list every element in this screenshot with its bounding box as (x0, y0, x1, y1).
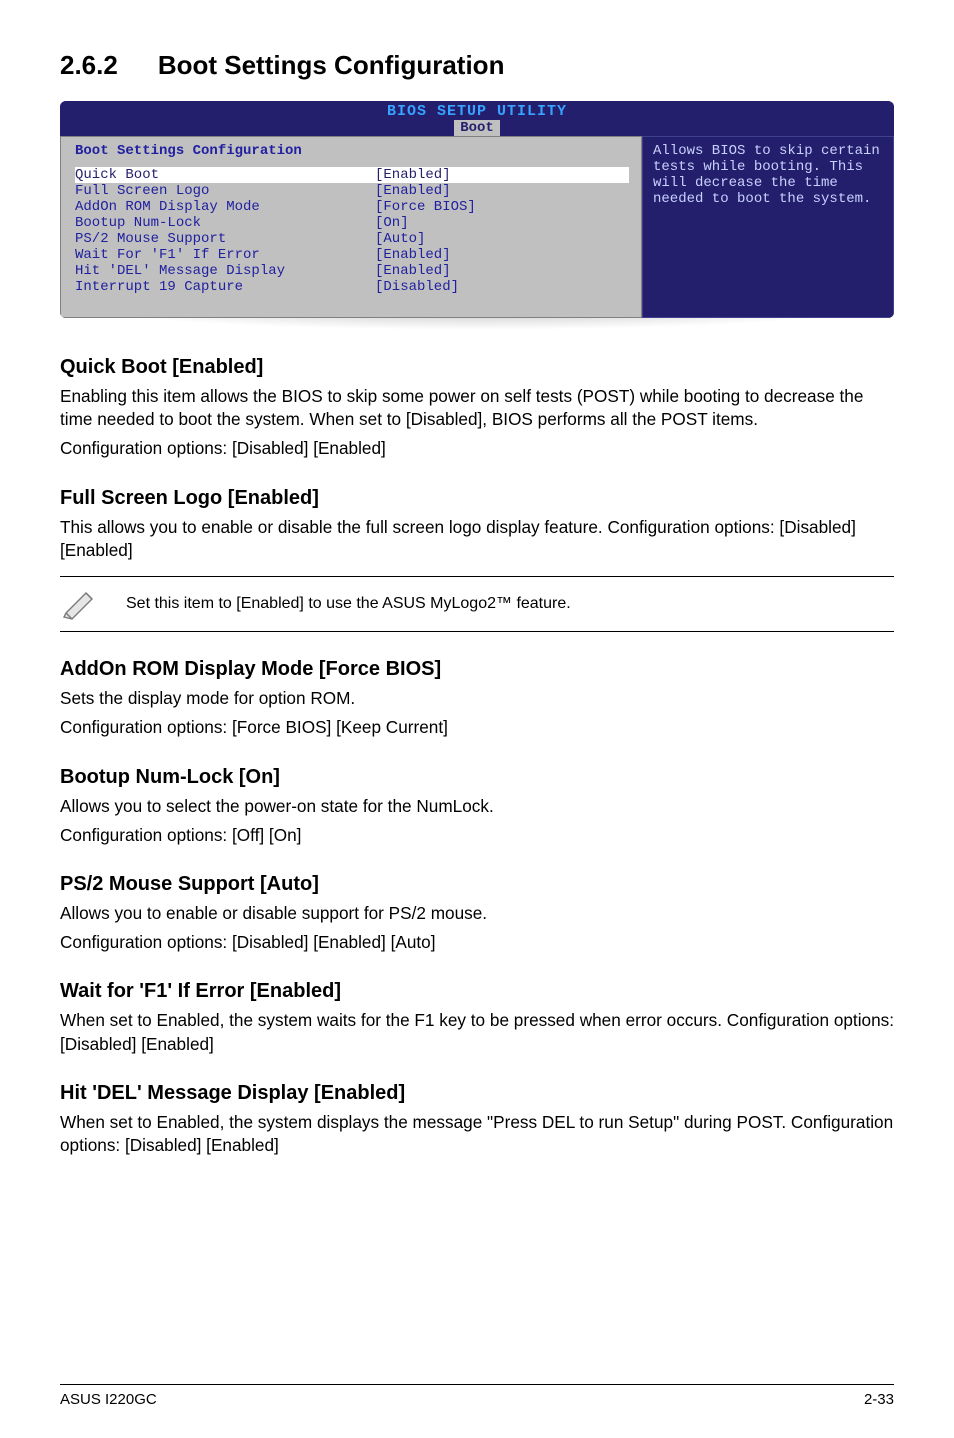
bios-setting-value: [Enabled] (375, 263, 451, 279)
section-number: 2.6.2 (60, 50, 118, 81)
note-box: Set this item to [Enabled] to use the AS… (60, 576, 894, 632)
bios-setting-label: Wait For 'F1' If Error (75, 247, 375, 263)
setting-paragraph: Configuration options: [Force BIOS] [Kee… (60, 716, 894, 739)
bios-setting-label: Hit 'DEL' Message Display (75, 263, 375, 279)
bios-panel-heading: Boot Settings Configuration (75, 143, 629, 159)
bios-setting-label: AddOn ROM Display Mode (75, 199, 375, 215)
section-heading: 2.6.2 Boot Settings Configuration (60, 50, 894, 81)
bios-tab-row: Boot (60, 120, 894, 136)
bios-setting-row: Bootup Num-Lock [On] (75, 215, 629, 231)
setting-heading: Wait for 'F1' If Error [Enabled] (60, 980, 894, 1003)
setting-heading: Full Screen Logo [Enabled] (60, 487, 894, 510)
setting-paragraph: Allows you to select the power-on state … (60, 795, 894, 818)
setting-paragraph: When set to Enabled, the system waits fo… (60, 1009, 894, 1055)
bios-setting-row: Wait For 'F1' If Error [Enabled] (75, 247, 629, 263)
setting-paragraph: When set to Enabled, the system displays… (60, 1111, 894, 1157)
bios-active-tab: Boot (454, 120, 500, 136)
bios-settings-panel: Boot Settings Configuration Quick Boot [… (60, 136, 642, 318)
setting-paragraph: Sets the display mode for option ROM. (60, 687, 894, 710)
page-footer: ASUS I220GC 2-33 (60, 1384, 894, 1408)
bios-help-text: Allows BIOS to skip certain tests while … (653, 143, 883, 207)
section-title: Boot Settings Configuration (158, 50, 505, 80)
setting-heading: Bootup Num-Lock [On] (60, 766, 894, 789)
bios-setting-row: Quick Boot [Enabled] (75, 167, 629, 183)
bios-setting-row: AddOn ROM Display Mode [Force BIOS] (75, 199, 629, 215)
bios-setting-label: Full Screen Logo (75, 183, 375, 199)
setting-paragraph: Configuration options: [Off] [On] (60, 824, 894, 847)
bios-setting-value: [On] (375, 215, 409, 231)
bios-screenshot: BIOS SETUP UTILITY Boot Boot Settings Co… (60, 101, 894, 318)
setting-heading: Quick Boot [Enabled] (60, 356, 894, 379)
bios-setting-label: Bootup Num-Lock (75, 215, 375, 231)
bios-setting-row: Full Screen Logo [Enabled] (75, 183, 629, 199)
bios-setting-row: Interrupt 19 Capture [Disabled] (75, 279, 629, 295)
bios-setting-value: [Enabled] (375, 247, 451, 263)
setting-paragraph: Allows you to enable or disable support … (60, 902, 894, 925)
bios-setting-value: [Force BIOS] (375, 199, 476, 215)
bios-setting-value: [Enabled] (375, 183, 451, 199)
bios-help-panel: Allows BIOS to skip certain tests while … (642, 136, 894, 318)
footer-left: ASUS I220GC (60, 1391, 157, 1408)
bios-setting-label: Interrupt 19 Capture (75, 279, 375, 295)
bios-setting-label: Quick Boot (75, 167, 375, 183)
bios-setting-value: [Disabled] (375, 279, 459, 295)
bios-setting-value: [Auto] (375, 231, 425, 247)
setting-paragraph: This allows you to enable or disable the… (60, 516, 894, 562)
footer-right: 2-33 (864, 1391, 894, 1408)
bios-setting-row: Hit 'DEL' Message Display [Enabled] (75, 263, 629, 279)
bios-setting-value: [Enabled] (375, 167, 451, 183)
setting-paragraph: Configuration options: [Disabled] [Enabl… (60, 437, 894, 460)
setting-heading: AddOn ROM Display Mode [Force BIOS] (60, 658, 894, 681)
note-text: Set this item to [Enabled] to use the AS… (126, 595, 571, 613)
pencil-icon (60, 587, 100, 621)
setting-paragraph: Configuration options: [Disabled] [Enabl… (60, 931, 894, 954)
setting-heading: Hit 'DEL' Message Display [Enabled] (60, 1082, 894, 1105)
bios-utility-title: BIOS SETUP UTILITY (60, 101, 894, 120)
setting-paragraph: Enabling this item allows the BIOS to sk… (60, 385, 894, 431)
bios-setting-row: PS/2 Mouse Support [Auto] (75, 231, 629, 247)
bios-setting-label: PS/2 Mouse Support (75, 231, 375, 247)
setting-heading: PS/2 Mouse Support [Auto] (60, 873, 894, 896)
